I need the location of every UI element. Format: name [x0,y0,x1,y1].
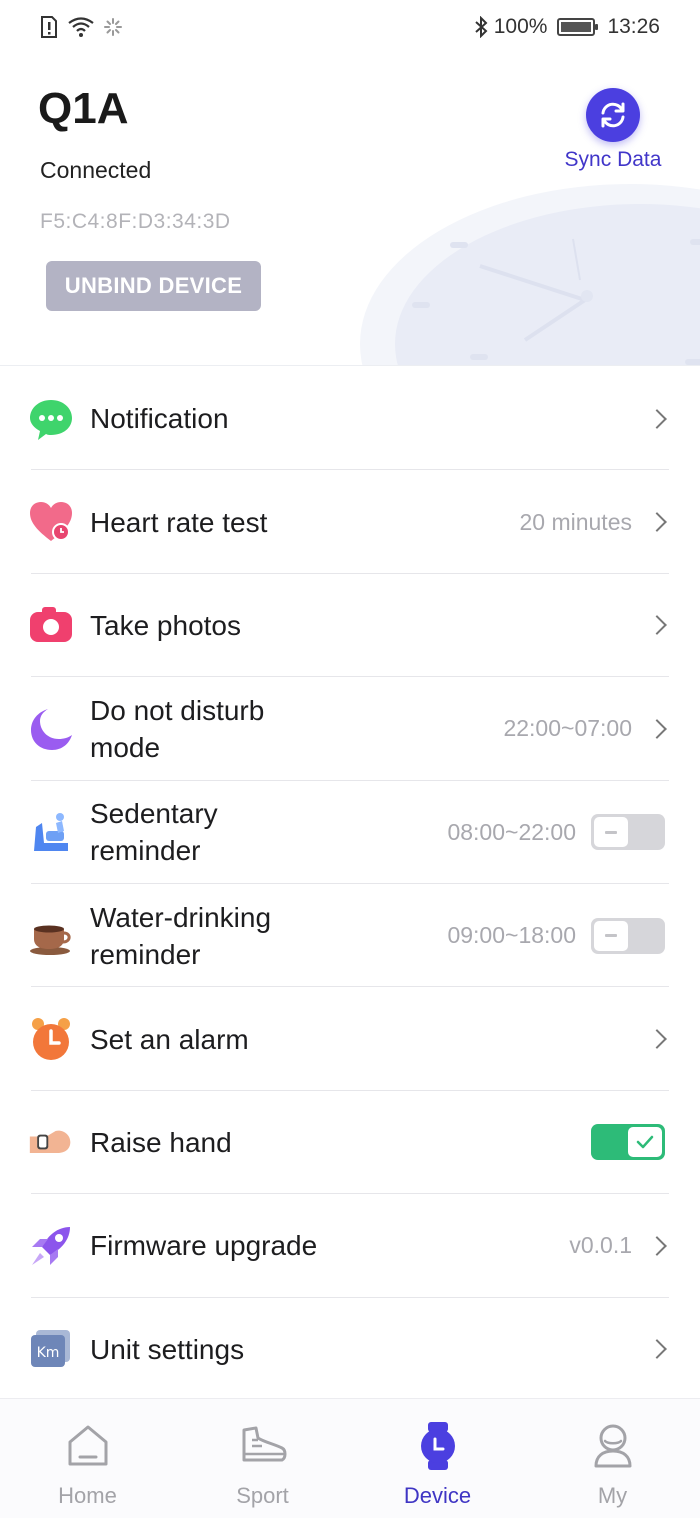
sim-alert-icon [41,16,57,38]
status-left [40,16,122,38]
chat-bubble-icon [28,396,74,442]
camera-icon [28,602,74,648]
watch-icon [413,1421,463,1471]
setting-row-firmware-upgrade[interactable]: Firmware upgrade v0.0.1 [0,1194,700,1298]
sync-data-label: Sync Data [564,148,662,171]
chevron-right-icon [647,1339,667,1360]
setting-row-set-an-alarm[interactable]: Set an alarm [0,987,700,1092]
raise-hand-icon [28,1119,74,1165]
setting-label: Notification [90,403,229,435]
sync-icon [601,102,625,128]
nav-sport-label: Sport [236,1483,289,1508]
setting-row-sedentary-reminder[interactable]: Sedentary reminder 08:00~22:00 [0,781,700,885]
battery-icon [557,18,599,36]
setting-label: Firmware upgrade [90,1230,318,1262]
raise-hand-toggle[interactable] [591,1124,665,1161]
setting-row-notification[interactable]: Notification [0,367,700,471]
setting-label: Heart rate test [90,506,268,538]
bluetooth-icon [475,16,488,38]
sedentary-icon [28,809,74,855]
device-name: Q1A [38,84,129,133]
setting-label: Take photos [90,609,241,641]
chevron-right-icon [647,615,667,636]
chevron-right-icon [647,1235,667,1256]
setting-row-take-photos[interactable]: Take photos [0,574,700,678]
sedentary-reminder-toggle[interactable] [591,814,665,851]
rocket-icon [28,1223,74,1269]
nav-my[interactable]: My [525,1399,700,1518]
toggle-knob [594,920,628,951]
chevron-right-icon [647,408,667,429]
setting-label: Sedentary reminder [90,798,218,867]
unbind-device-button[interactable]: UNBIND DEVICE [46,261,261,311]
device-header: Q1A Connected F5:C4:8F:D3:34:3D UNBIND D… [0,54,700,366]
toggle-knob [628,1127,662,1158]
km-icon-text: Km [37,1345,60,1361]
setting-label: Raise hand [90,1126,232,1158]
clock-time: 13:26 [607,15,660,38]
bottom-navigation: Home Sport Device My [0,1398,700,1518]
setting-row-water-drinking-reminder[interactable]: Water-drinking reminder 09:00~18:00 [0,884,700,988]
setting-row-unit-settings[interactable]: Km Unit settings [0,1298,700,1402]
toggle-knob [594,817,628,848]
wifi-icon [68,17,94,37]
setting-label: Water-drinking reminder [90,901,272,970]
loading-icon [104,18,122,36]
nav-my-label: My [597,1483,628,1508]
status-right: 100% 13:26 [474,15,660,39]
home-icon [63,1421,113,1471]
setting-label: Unit settings [90,1333,245,1365]
setting-row-raise-hand[interactable]: Raise hand [0,1091,700,1195]
setting-value: 08:00~22:00 [447,818,576,845]
nav-device[interactable]: Device [350,1399,525,1518]
device-mac-address: F5:C4:8F:D3:34:3D [40,210,231,233]
alarm-clock-icon [28,1016,74,1062]
status-bar: 100% 13:26 [0,0,700,54]
setting-row-heart-rate-test[interactable]: Heart rate test 20 minutes [0,470,700,575]
moon-icon [28,706,74,752]
setting-value: 09:00~18:00 [447,922,576,949]
nav-sport[interactable]: Sport [175,1399,350,1518]
setting-row-do-not-disturb[interactable]: Do not disturb mode 22:00~07:00 [0,677,700,781]
connection-status: Connected [40,157,152,183]
chevron-right-icon [647,512,667,532]
nav-device-label: Device [403,1483,472,1508]
sync-data-control[interactable]: Sync Data [558,88,668,172]
km-icon: Km [28,1326,74,1372]
settings-list: Notification Heart rate test 20 minutes … [0,367,700,1402]
setting-value: 22:00~07:00 [503,715,632,742]
setting-value: 20 minutes [519,508,632,535]
nav-home[interactable]: Home [0,1399,175,1518]
water-drinking-reminder-toggle[interactable] [591,917,665,954]
nav-home-label: Home [58,1483,117,1508]
coffee-cup-icon [28,913,74,959]
chevron-right-icon [647,1029,667,1049]
user-icon [588,1421,638,1471]
watch-illustration [360,184,700,365]
battery-percent: 100% [493,15,548,38]
setting-label: Set an alarm [90,1023,249,1055]
sync-button[interactable] [586,88,640,142]
check-icon [636,1136,654,1149]
chevron-right-icon [647,718,667,739]
setting-label: Do not disturb mode [90,694,265,763]
setting-value: v0.0.1 [569,1232,632,1259]
heart-icon [28,499,74,545]
shoe-icon [238,1421,288,1471]
